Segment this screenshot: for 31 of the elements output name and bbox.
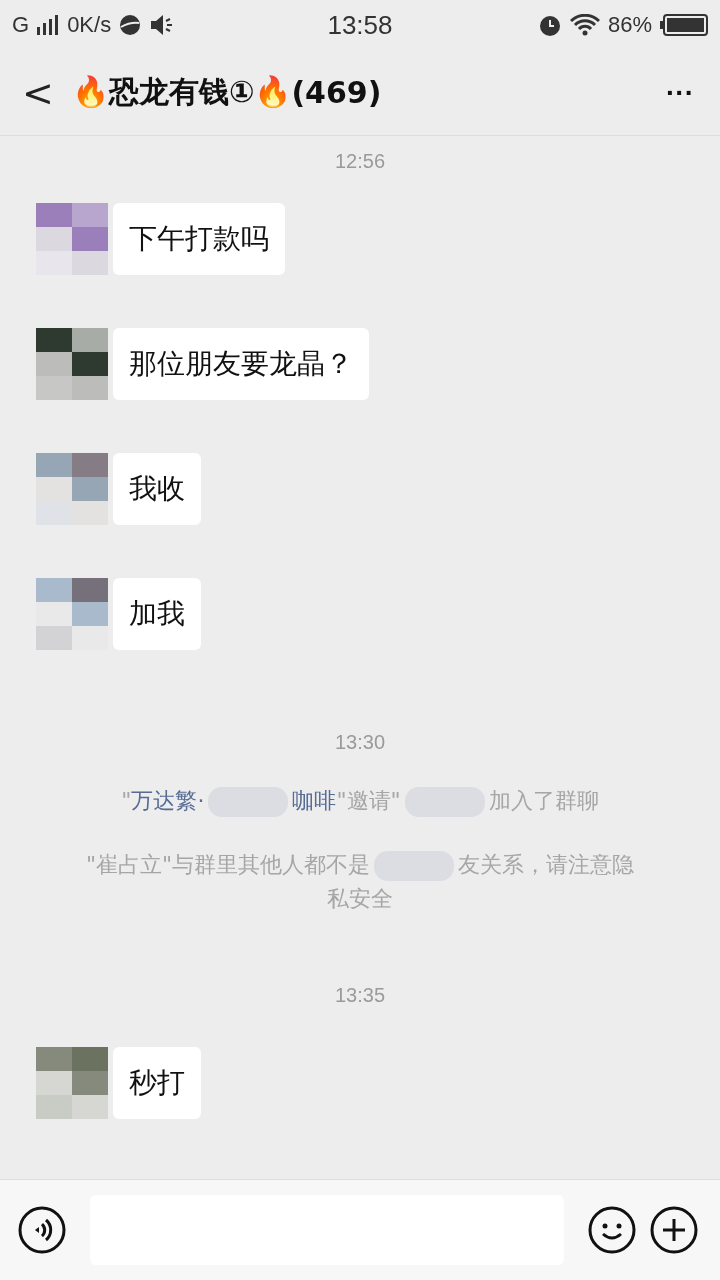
network-speed: 0K/s xyxy=(67,12,112,38)
member-count: (469) xyxy=(291,75,382,110)
clock-time: 13:58 xyxy=(327,9,393,41)
avatar xyxy=(36,453,108,525)
plus-button[interactable] xyxy=(650,1206,698,1254)
timestamp: 13:30 xyxy=(334,731,386,754)
voice-button[interactable] xyxy=(18,1206,66,1254)
network-type: G xyxy=(12,12,30,38)
message-bubble: 加我 xyxy=(113,578,201,650)
timestamp: 13:35 xyxy=(334,984,386,1007)
planet-icon xyxy=(119,14,142,36)
message-bubble: 我收 xyxy=(113,453,201,525)
system-notice: "万达繁· 咖啡"邀请" 加入了群聊 xyxy=(80,784,640,818)
avatar xyxy=(36,203,108,275)
emoji-button[interactable] xyxy=(588,1206,636,1254)
message-bubble: 那位朋友要龙晶？ xyxy=(113,328,369,400)
alarm-icon xyxy=(537,13,562,37)
battery-percent: 86% xyxy=(607,12,652,38)
more-button[interactable]: ··· xyxy=(656,76,704,109)
avatar xyxy=(36,1047,108,1119)
wifi-icon xyxy=(569,14,600,36)
avatar xyxy=(36,578,108,650)
timestamp: 12:56 xyxy=(334,150,386,173)
back-button[interactable]: < xyxy=(16,70,72,115)
chat-title: 🔥恐龙有钱①🔥 xyxy=(72,73,292,111)
avatar xyxy=(36,328,108,400)
system-notice: "崔占立"与群里其他人都不是 友关系，请注意隐私安全 xyxy=(84,850,636,913)
message-bubble: 下午打款吗 xyxy=(113,203,285,275)
battery-icon xyxy=(660,14,708,36)
signal-icon xyxy=(37,15,60,35)
message-bubble: 秒打 xyxy=(113,1047,201,1119)
